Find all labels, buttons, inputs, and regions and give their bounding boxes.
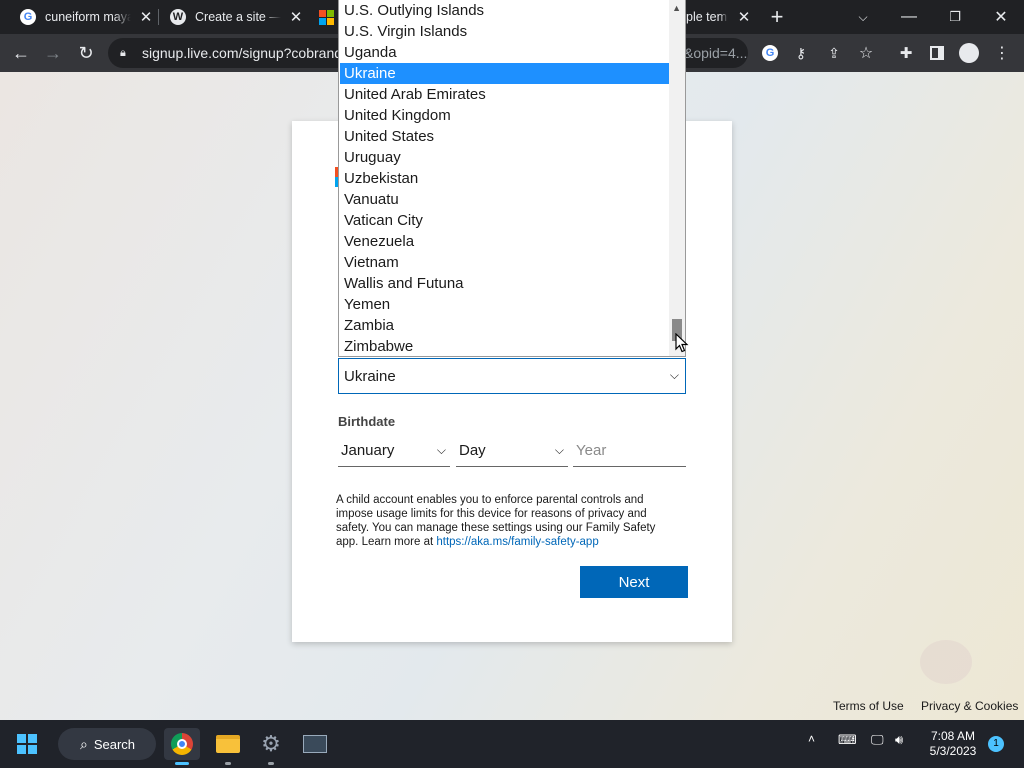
tab-template[interactable]: ple temp ✕ — [686, 0, 752, 34]
birth-month-value: January — [341, 441, 395, 459]
country-option[interactable]: Uganda — [340, 42, 669, 63]
country-option[interactable]: Vatican City — [340, 210, 669, 231]
country-option[interactable]: Uzbekistan — [340, 168, 669, 189]
menu-icon[interactable]: ⋮ — [987, 38, 1017, 68]
extensions-icon[interactable]: ✚ — [891, 38, 921, 68]
country-option-selected[interactable]: Ukraine — [340, 63, 669, 84]
scroll-up-arrow-icon[interactable]: ▲ — [672, 3, 681, 13]
side-panel-icon[interactable] — [922, 38, 952, 68]
country-option[interactable]: Vanuatu — [340, 189, 669, 210]
forward-button[interactable]: → — [38, 38, 68, 68]
country-option[interactable]: U.S. Outlying Islands — [340, 0, 669, 21]
share-icon[interactable]: ⇪ — [819, 38, 849, 68]
country-option[interactable]: Vietnam — [340, 252, 669, 273]
url-tail-text: &opid=4... — [684, 45, 748, 61]
wordpress-icon: W — [170, 9, 186, 25]
mouse-cursor-icon — [675, 333, 689, 353]
key-icon[interactable]: ⚷ — [786, 38, 816, 68]
back-button[interactable]: ← — [6, 38, 36, 68]
country-dropdown-list[interactable]: U.S. Outlying Islands U.S. Virgin Island… — [338, 0, 686, 357]
country-option[interactable]: United Arab Emirates — [340, 84, 669, 105]
active-indicator — [175, 762, 189, 765]
tab-google-search[interactable]: G cuneiform maya ✕ — [20, 0, 154, 34]
keyboard-icon[interactable]: ⌨ — [838, 732, 857, 748]
restore-button[interactable]: ❐ — [935, 0, 975, 34]
close-icon[interactable]: ✕ — [288, 8, 304, 26]
tab-title: cuneiform maya — [45, 10, 131, 24]
search-icon: ⌕ — [80, 735, 88, 752]
google-icon: G — [20, 9, 36, 25]
new-tab-button[interactable]: + — [757, 0, 797, 34]
country-option[interactable]: Venezuela — [340, 231, 669, 252]
tab-search-chevron-icon[interactable]: ⌵ — [843, 0, 883, 34]
country-option[interactable]: Yemen — [340, 294, 669, 315]
country-option[interactable]: U.S. Virgin Islands — [340, 21, 669, 42]
performance-monitor-icon — [303, 735, 327, 753]
system-clock[interactable]: 7:08 AM 5/3/2023 — [918, 729, 988, 759]
child-account-info: A child account enables you to enforce p… — [336, 493, 676, 549]
birth-year-input[interactable]: Year — [573, 434, 686, 467]
country-select[interactable]: Ukraine ⌵ — [338, 358, 686, 394]
clock-date: 5/3/2023 — [929, 744, 977, 758]
terms-of-use-link[interactable]: Terms of Use — [833, 699, 904, 713]
gear-icon: ⚙ — [261, 731, 281, 756]
google-lens-icon[interactable]: G — [755, 38, 785, 68]
chevron-down-icon: ⌵ — [554, 442, 564, 457]
country-option[interactable]: Zambia — [340, 315, 669, 336]
taskbar: ⌕ Search ⚙ ˄ ⌨ 🖵︎ 🔊︎ 7:08 AM 5/3/2023 — [0, 720, 1024, 768]
tab-separator — [158, 9, 159, 25]
close-icon[interactable]: ✕ — [736, 8, 752, 26]
lock-icon: 🔒︎ — [120, 46, 126, 59]
start-button[interactable] — [12, 728, 42, 760]
country-option[interactable]: Uruguay — [340, 147, 669, 168]
chrome-taskbar-button[interactable] — [164, 728, 200, 765]
microsoft-icon — [319, 9, 334, 25]
file-explorer-taskbar-button[interactable] — [210, 728, 246, 765]
reload-button[interactable]: ↻ — [71, 38, 101, 68]
tray-chevron-up-icon[interactable]: ˄ — [808, 732, 815, 746]
monitor-app-taskbar-button[interactable] — [297, 728, 333, 760]
running-indicator — [225, 762, 231, 765]
birthdate-label: Birthdate — [338, 414, 396, 429]
minimize-button[interactable]: — — [889, 0, 929, 34]
privacy-cookies-link[interactable]: Privacy & Cookies — [921, 699, 1018, 713]
country-option[interactable]: United Kingdom — [340, 105, 669, 126]
country-option[interactable]: United States — [340, 126, 669, 147]
birth-day-select[interactable]: Day ⌵ — [456, 434, 568, 467]
notification-badge[interactable]: 1 — [988, 736, 1004, 752]
close-icon[interactable]: ✕ — [138, 8, 154, 26]
country-option[interactable]: Zimbabwe — [340, 336, 669, 356]
clock-time: 7:08 AM — [930, 729, 976, 743]
search-label: Search — [93, 736, 136, 752]
chevron-down-icon: ⌵ — [436, 442, 446, 457]
taskbar-search-button[interactable]: ⌕ Search — [58, 728, 156, 760]
tab-title: Create a site — — [195, 10, 281, 24]
folder-icon — [216, 735, 240, 753]
family-safety-link[interactable]: https://aka.ms/family-safety-app — [436, 536, 598, 548]
country-option[interactable]: Wallis and Futuna — [340, 273, 669, 294]
birth-month-select[interactable]: January ⌵ — [338, 434, 450, 467]
network-icon[interactable]: 🖵︎ — [871, 732, 884, 748]
dropdown-scrollbar[interactable]: ▲ — [669, 0, 685, 356]
next-button[interactable]: Next — [580, 566, 688, 598]
windows-icon — [17, 734, 37, 754]
birth-year-placeholder: Year — [576, 441, 607, 459]
volume-icon[interactable]: 🔊︎ — [895, 732, 903, 748]
window-close-button[interactable]: ✕ — [981, 0, 1021, 34]
bookmark-star-icon[interactable]: ☆ — [851, 38, 881, 68]
url-text: signup.live.com/signup?cobrand — [142, 45, 343, 61]
country-select-value: Ukraine — [344, 367, 396, 385]
watermark-logo — [920, 640, 972, 684]
birth-day-placeholder: Day — [459, 441, 486, 459]
chevron-down-icon: ⌵ — [669, 368, 679, 382]
running-indicator — [268, 762, 274, 765]
profile-icon[interactable] — [954, 38, 984, 68]
settings-taskbar-button[interactable]: ⚙ — [253, 728, 289, 765]
tab-wordpress[interactable]: W Create a site — ✕ — [170, 0, 304, 34]
tab-title: ple temp — [686, 10, 728, 24]
chrome-icon — [171, 733, 193, 755]
